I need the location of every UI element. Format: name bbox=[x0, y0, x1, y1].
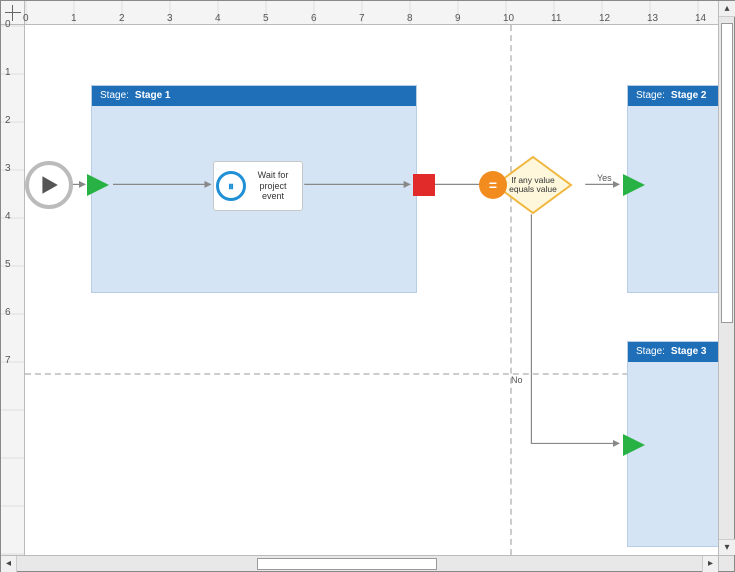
vscroll-track[interactable] bbox=[719, 17, 734, 539]
ruler-tick: 7 bbox=[359, 13, 365, 24]
stage-2-name: Stage 2 bbox=[671, 90, 707, 102]
ruler-tick: 0 bbox=[5, 19, 11, 30]
page-break-vertical bbox=[510, 25, 512, 555]
stage-3-header[interactable]: Stage: Stage 3 bbox=[628, 342, 718, 362]
scroll-down-button[interactable]: ▾ bbox=[719, 539, 735, 555]
decision-label: If any value equals value bbox=[493, 155, 573, 215]
vertical-scrollbar[interactable]: ▴ ▾ bbox=[718, 1, 734, 555]
ruler-tick: 14 bbox=[695, 13, 706, 24]
ruler-tick: 1 bbox=[5, 67, 11, 78]
scroll-left-button[interactable]: ◂ bbox=[1, 556, 17, 572]
stage-label: Stage: bbox=[636, 346, 665, 358]
ruler-vertical[interactable]: 01234567 bbox=[1, 25, 25, 555]
ruler-tick: 13 bbox=[647, 13, 658, 24]
wait-task-node[interactable]: ⏸ Wait for project event bbox=[213, 161, 303, 211]
edge-label-yes: Yes bbox=[597, 173, 612, 183]
ruler-tick: 12 bbox=[599, 13, 610, 24]
canvas[interactable]: Stage: Stage 1 Stage: Stage 2 Stage: Sta… bbox=[25, 25, 718, 555]
hscroll-track[interactable] bbox=[17, 556, 702, 571]
ruler-tick: 2 bbox=[119, 13, 125, 24]
ruler-tick: 5 bbox=[263, 13, 269, 24]
stage-label: Stage: bbox=[636, 90, 665, 102]
ruler-tick: 7 bbox=[5, 355, 11, 366]
edge-label-no: No bbox=[511, 375, 523, 385]
ruler-tick: 8 bbox=[407, 13, 413, 24]
vscroll-thumb[interactable] bbox=[721, 23, 733, 323]
hscroll-thumb[interactable] bbox=[257, 558, 437, 570]
stage-2-header[interactable]: Stage: Stage 2 bbox=[628, 86, 718, 106]
stage-2-entry[interactable] bbox=[621, 174, 647, 196]
ruler-tick: 4 bbox=[5, 211, 11, 222]
page-break-horizontal bbox=[25, 373, 718, 375]
stage-1-name: Stage 1 bbox=[135, 90, 171, 102]
horizontal-scrollbar[interactable]: ◂ ▸ bbox=[1, 555, 718, 571]
app-frame: 0123456789101112131415 01234567 Stage: S… bbox=[0, 0, 735, 572]
ruler-tick: 2 bbox=[5, 115, 11, 126]
pause-icon: ⏸ bbox=[216, 171, 246, 201]
ruler-horizontal[interactable]: 0123456789101112131415 bbox=[25, 1, 718, 25]
ruler-tick: 10 bbox=[503, 13, 514, 24]
scroll-right-button[interactable]: ▸ bbox=[702, 556, 718, 572]
ruler-tick: 11 bbox=[551, 13, 561, 24]
ruler-tick: 9 bbox=[455, 13, 461, 24]
scrollbar-corner bbox=[718, 555, 734, 571]
decision-node[interactable]: = If any value equals value bbox=[493, 155, 573, 215]
stage-1-entry[interactable] bbox=[85, 174, 111, 196]
start-node[interactable] bbox=[25, 161, 73, 209]
ruler-tick: 4 bbox=[215, 13, 221, 24]
ruler-tick: 6 bbox=[5, 307, 11, 318]
scroll-up-button[interactable]: ▴ bbox=[719, 1, 735, 17]
stage-1-exit[interactable] bbox=[413, 174, 435, 196]
stage-label: Stage: bbox=[100, 90, 129, 102]
ruler-tick: 3 bbox=[5, 163, 11, 174]
ruler-tick: 6 bbox=[311, 13, 317, 24]
ruler-tick: 0 bbox=[23, 13, 29, 24]
ruler-tick: 1 bbox=[71, 13, 77, 24]
stage-3-name: Stage 3 bbox=[671, 346, 707, 358]
ruler-tick: 5 bbox=[5, 259, 11, 270]
ruler-tick: 3 bbox=[167, 13, 173, 24]
play-icon bbox=[38, 174, 60, 196]
task-label: Wait for project event bbox=[250, 170, 296, 201]
stage-1-header[interactable]: Stage: Stage 1 bbox=[92, 86, 416, 106]
stage-3-entry[interactable] bbox=[621, 434, 647, 456]
